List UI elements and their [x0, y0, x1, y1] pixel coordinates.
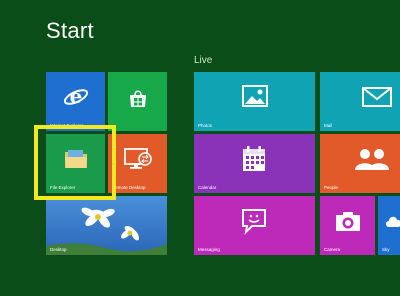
start-heading: Start: [46, 18, 94, 43]
tile-messaging[interactable]: Messaging: [194, 196, 315, 255]
tile-label: Camera: [324, 247, 341, 252]
tile-label: Mail: [324, 123, 333, 128]
tile-mail[interactable]: Mail: [320, 72, 400, 131]
tile-internet-explorer[interactable]: e Internet Explorer: [46, 72, 105, 131]
remote-desktop-icon: [124, 148, 152, 169]
store-icon: [130, 90, 146, 107]
tile-label: File Explorer: [50, 185, 76, 190]
tile-camera[interactable]: Camera: [320, 196, 375, 255]
svg-text:e: e: [70, 84, 83, 108]
tile-label: Desktop: [50, 247, 67, 252]
tile-label: Photos: [198, 123, 213, 128]
tile-label: Internet Explorer: [50, 123, 84, 128]
chat-bubble-icon: [242, 209, 266, 235]
tile-label: Remote Desktop: [112, 185, 146, 190]
tile-desktop[interactable]: Desktop: [46, 196, 167, 255]
tile-file-explorer[interactable]: File Explorer: [46, 134, 105, 193]
tile-people[interactable]: People: [320, 134, 400, 193]
tile-label: Messaging: [198, 247, 220, 252]
tile-remote-desktop[interactable]: Remote Desktop: [108, 134, 167, 193]
photo-icon: [242, 85, 268, 107]
calendar-icon: [243, 146, 265, 171]
tile-skydrive[interactable]: Sky: [378, 196, 400, 255]
tile-label: People: [324, 185, 339, 190]
people-icon: [355, 149, 389, 170]
tile-calendar[interactable]: Calendar: [194, 134, 315, 193]
tile-label: Calendar: [198, 185, 217, 190]
folder-icon: [65, 150, 87, 168]
group-label-live: Live: [194, 55, 213, 66]
tile-store[interactable]: [108, 72, 167, 131]
camera-icon: [336, 212, 360, 231]
tile-label: Sky: [382, 247, 390, 252]
internet-explorer-icon: e: [63, 84, 89, 108]
tile-photos[interactable]: Photos: [194, 72, 315, 131]
envelope-icon: [362, 87, 392, 107]
cloud-icon: [386, 216, 400, 227]
